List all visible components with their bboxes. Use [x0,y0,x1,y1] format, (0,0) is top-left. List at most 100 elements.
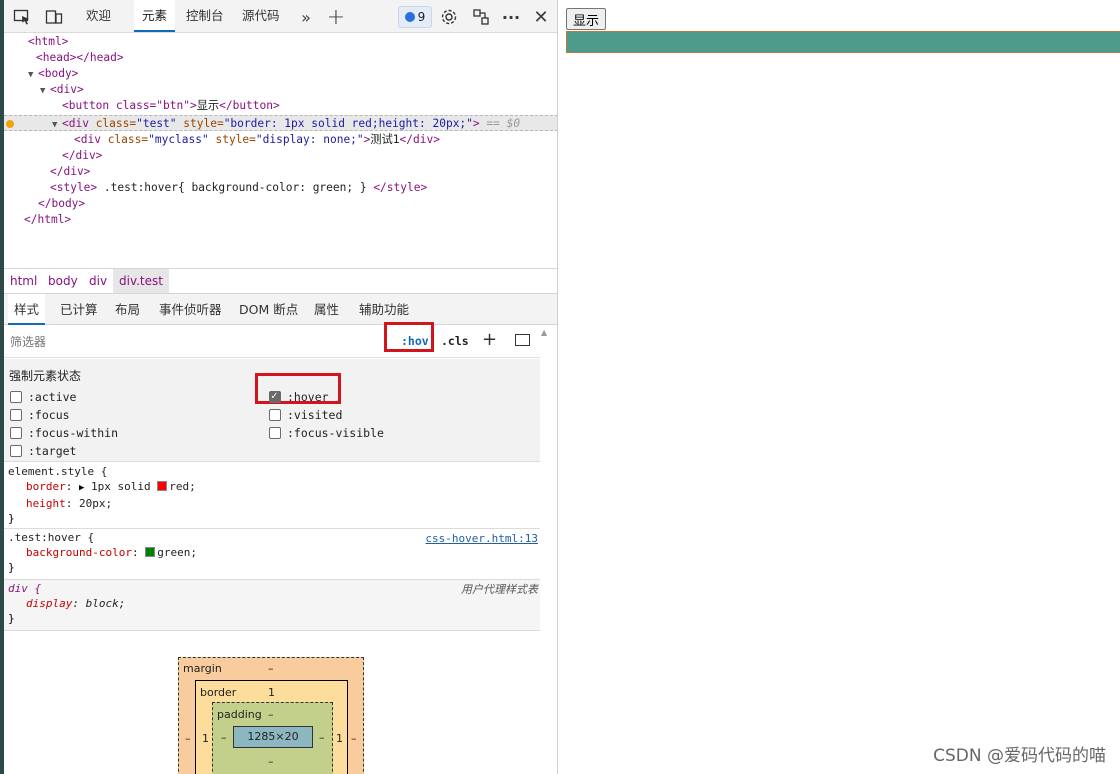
sel-attr-class: class= [88,117,137,130]
checkbox-target[interactable]: :target [10,444,76,458]
dom-node-html[interactable]: <html> [4,34,557,50]
checkbox-hover[interactable]: :hover [269,389,329,404]
toggle-sidebar-icon[interactable] [515,334,530,346]
expand-triangle-icon[interactable]: ▼ [52,117,62,133]
devtools-toolbar: 欢迎 元素 控制台 源代码 » + 9 ··· ✕ [4,0,557,33]
checkbox-label: :target [28,444,77,458]
checkbox-focus-visible[interactable]: :focus-visible [269,426,384,440]
box-model-content[interactable]: 1285×20 [233,726,313,748]
myclass-val-class: "myclass" [148,133,209,146]
border-label: border [200,686,237,699]
scroll-up-icon[interactable]: ▲ [541,328,547,337]
tab-welcome[interactable]: 欢迎 [86,0,111,32]
tab-computed[interactable]: 已计算 [60,294,98,325]
checkbox-box[interactable] [269,427,281,439]
inspect-element-icon[interactable] [12,7,32,27]
padding-bottom-value[interactable]: – [268,755,274,768]
border-right-value[interactable]: 1 [336,732,343,745]
dom-node-body[interactable]: ▼ <body> [4,66,557,83]
show-button[interactable]: 显示 [566,8,607,30]
tab-sources[interactable]: 源代码 [242,0,280,32]
expand-triangle-icon[interactable]: ▼ [40,83,50,99]
styles-subtabs: 样式 已计算 布局 事件侦听器 DOM 断点 属性 辅助功能 [4,293,557,325]
padding-top-value[interactable]: – [268,708,274,721]
style-close: </style> [373,181,428,194]
checkbox-visited[interactable]: :visited [269,408,342,422]
border-top-value[interactable]: 1 [268,686,275,699]
box-model-padding[interactable]: padding – – – – 1285×20 [212,702,333,774]
breadcrumb-div[interactable]: div [89,269,107,293]
checkbox-box[interactable] [10,427,22,439]
decl-display: display: block; [26,597,126,610]
dom-outer-div-close[interactable]: </div> [4,164,557,180]
chevrons-right-icon[interactable]: » [296,7,316,27]
dom-node-style[interactable]: <style> .test:hover{ background-color: g… [4,180,557,196]
prop-value: 1px solid [91,480,151,493]
tab-properties[interactable]: 属性 [314,294,339,325]
margin-right-value[interactable]: – [351,732,357,745]
color-swatch-green[interactable] [145,547,156,557]
rule-close: } [8,512,15,525]
expand-triangle-icon[interactable]: ▶ [79,483,84,493]
test-div-hovered[interactable] [566,31,1120,53]
close-icon[interactable]: ✕ [531,7,551,28]
checkbox-box[interactable] [10,391,22,403]
dom-html-close[interactable]: </html> [4,212,557,228]
filter-input[interactable] [10,333,380,351]
dom-node-button[interactable]: <button class="btn">显示</button> [4,98,557,114]
issues-count: 9 [417,10,426,24]
sel-attr-style: style= [176,117,224,130]
cls-button[interactable]: .cls [441,334,469,348]
box-model-border[interactable]: border 1 1 1 padding – – – – 1285×20 [195,680,348,774]
checkbox-focus-within[interactable]: :focus-within [10,426,118,440]
hov-button[interactable]: :hov [401,334,429,348]
dom-node-selected[interactable]: ▼ <div class="test" style="border: 1px so… [4,115,557,133]
dom-inner-div-close[interactable]: </div> [4,148,557,164]
tab-elements[interactable]: 元素 [134,0,176,32]
source-link[interactable]: css-hover.html:13 [425,531,538,546]
tab-layout[interactable]: 布局 [115,294,140,325]
gear-icon[interactable] [439,7,459,27]
decl-height[interactable]: height: 20px; [8,496,536,511]
checkbox-box[interactable] [10,445,22,457]
tab-event-listeners[interactable]: 事件侦听器 [159,294,222,325]
padding-left-value[interactable]: – [221,731,227,744]
tab-styles[interactable]: 样式 [8,294,46,325]
connection-icon[interactable] [471,7,491,27]
color-swatch-red[interactable] [157,481,168,491]
device-emulation-icon[interactable] [44,7,64,27]
border-left-value[interactable]: 1 [202,732,209,745]
dom-div-open: <div> [50,83,84,96]
force-state-panel: 强制元素状态 :active :focus :focus-within :tar… [4,359,540,462]
issues-badge[interactable]: 9 [398,6,432,28]
tab-console[interactable]: 控制台 [186,0,224,32]
checkbox-active[interactable]: :active [10,390,76,404]
tab-accessibility[interactable]: 辅助功能 [359,294,409,325]
dom-node-myclass[interactable]: <div class="myclass" style="display: non… [4,132,557,148]
devtools-panel: 欢迎 元素 控制台 源代码 » + 9 ··· ✕ <html> <head><… [0,0,558,774]
checkbox-focus[interactable]: :focus [10,408,70,422]
checkbox-box[interactable] [269,409,281,421]
dom-node-head[interactable]: <head></head> [4,50,557,66]
checkbox-box[interactable] [10,409,22,421]
checkbox-label: :active [28,390,77,404]
rule-div-user-agent: div { 用户代理样式表 display: block; } [4,580,540,631]
breadcrumb-div-test[interactable]: div.test [113,269,169,293]
prop-name: border [26,480,66,493]
expand-triangle-icon[interactable]: ▼ [28,67,38,83]
more-options-icon[interactable]: ··· [501,7,521,27]
breadcrumb-body[interactable]: body [48,269,78,293]
margin-left-value[interactable]: – [185,732,191,745]
box-model-margin[interactable]: margin – – – border 1 1 1 padding – – – … [178,657,364,774]
tab-dom-breakpoints[interactable]: DOM 断点 [239,294,298,325]
dom-node-div[interactable]: ▼ <div> [4,82,557,99]
dom-body-close[interactable]: </body> [4,196,557,212]
decl-border[interactable]: border: ▶ 1px solid red; [8,479,536,496]
breadcrumb-html[interactable]: html [10,269,37,293]
margin-top-value[interactable]: – [268,662,274,675]
padding-right-value[interactable]: – [319,731,325,744]
checkbox-box-checked[interactable] [269,389,281,403]
plus-icon[interactable]: + [326,5,346,30]
decl-background-color[interactable]: background-color: green; [8,545,536,560]
new-style-rule-icon[interactable]: + [482,331,497,349]
